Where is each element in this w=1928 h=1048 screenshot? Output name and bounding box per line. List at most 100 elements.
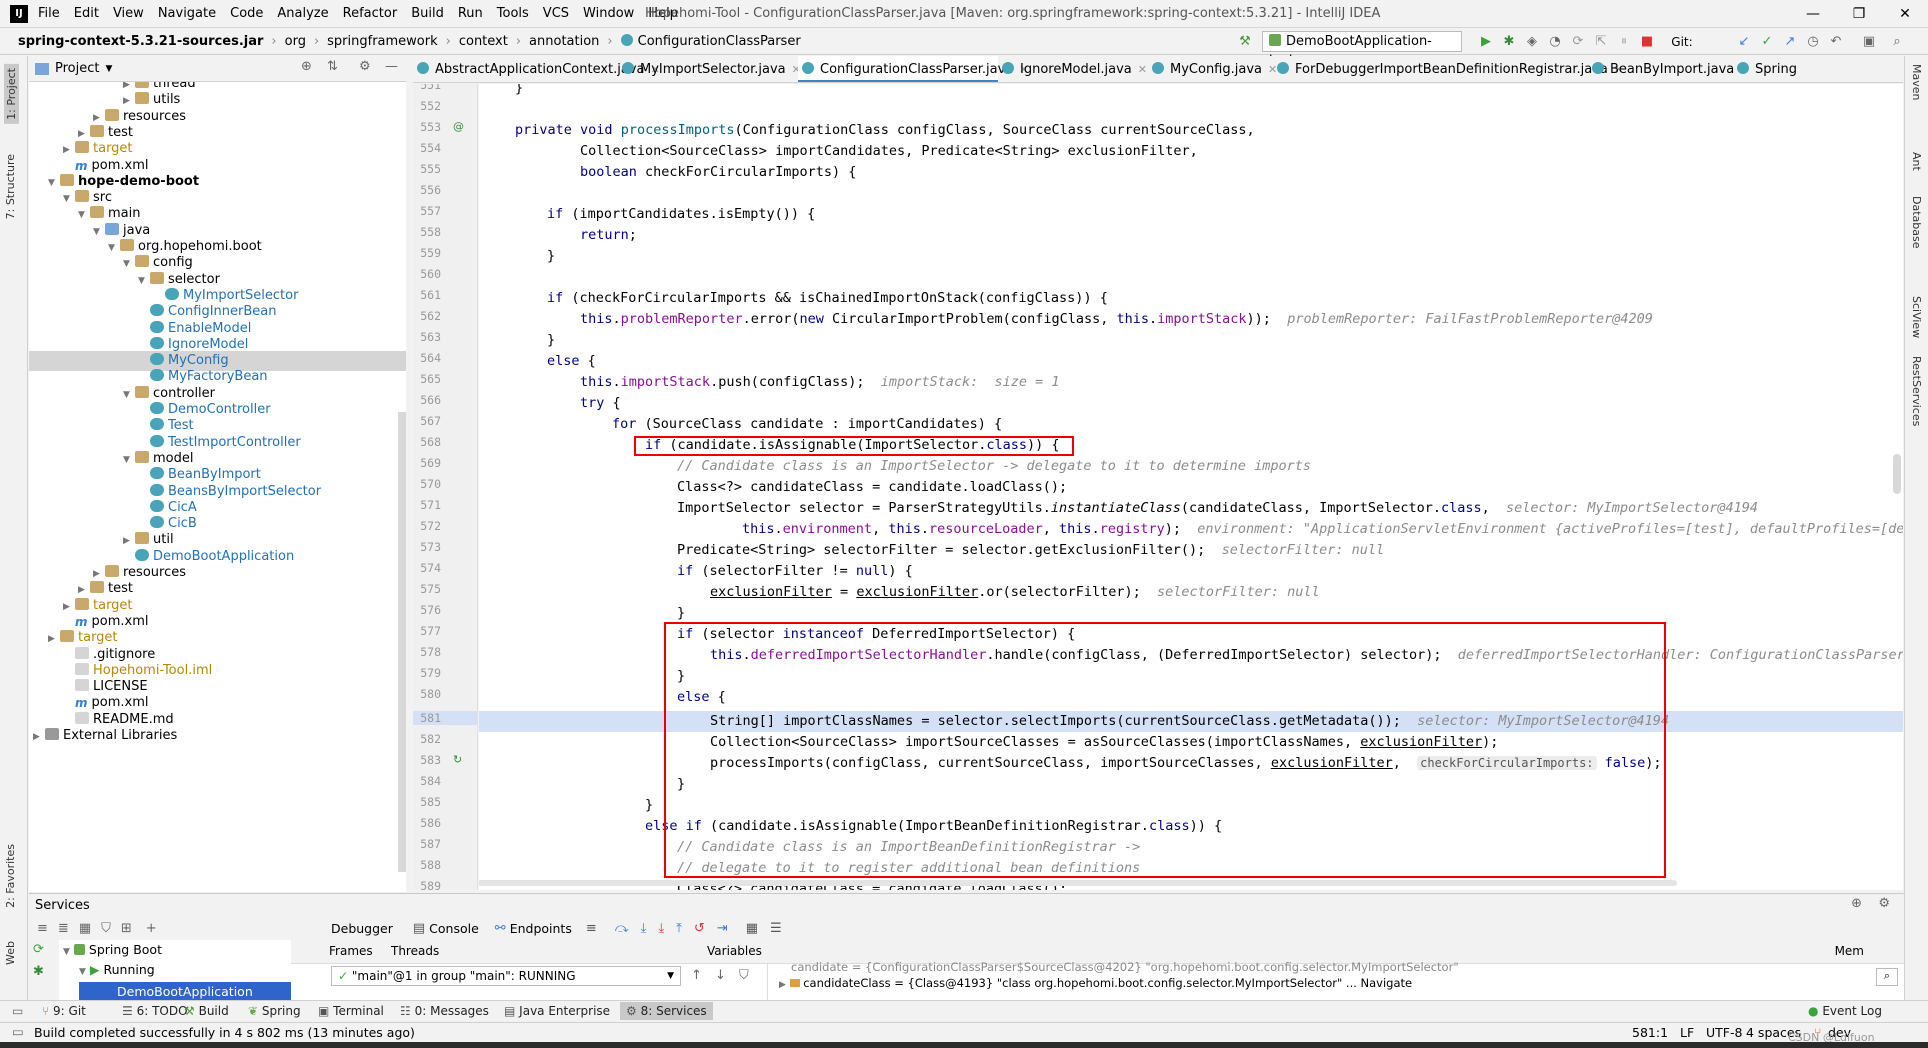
line-number[interactable]: 553 [413,120,441,134]
line-number[interactable]: 565 [413,372,441,386]
collapse-all-icon[interactable]: ≣ [58,921,69,936]
menu-window[interactable]: Window [583,6,634,21]
line-number[interactable]: 552 [413,99,441,113]
variable-row[interactable]: ▶ candidateClass = {Class@4193} "class o… [779,976,1412,990]
line-number[interactable]: 559 [413,246,441,260]
line-number[interactable]: 563 [413,330,441,344]
git-update-icon[interactable]: ↙ [1735,33,1753,51]
variable-row[interactable]: candidate = {ConfigurationClassParser$So… [791,960,1459,974]
menu-icon[interactable]: ≡ [586,921,597,936]
breadcrumb-jar[interactable]: spring-context-5.3.21-sources.jar [18,34,263,49]
line-number[interactable]: 575 [413,582,441,596]
line-number[interactable]: 587 [413,837,441,851]
new-tab-icon[interactable]: ⊞ [121,921,132,936]
tab-console[interactable]: Console [429,921,479,936]
git-rollback-icon[interactable]: ↶ [1827,33,1845,51]
line-number[interactable]: 578 [413,645,441,659]
line-number[interactable]: 558 [413,225,441,239]
structure-tool-tab[interactable]: 7: Structure [4,154,17,219]
gear-icon[interactable]: ⚙ [1878,896,1890,911]
breadcrumb-class[interactable]: ConfigurationClassParser [620,34,801,49]
step-over-icon[interactable]: ⤓ [641,921,647,936]
tool-java-enterprise[interactable]: ▤ Java Enterprise [504,1004,610,1018]
thread-select[interactable]: ✓ "main"@1 in group "main": RUNNING ▼ [331,966,681,986]
line-number[interactable]: 562 [413,309,441,323]
tool-spring[interactable]: ❦ Spring [248,1004,301,1018]
project-structure-icon[interactable]: ▣ [1860,33,1878,51]
hide-icon[interactable]: — [385,59,398,74]
up-arrow-icon[interactable]: ↑ [691,968,702,983]
line-number[interactable]: 581 [413,711,477,725]
search-icon[interactable]: ⌕ [1876,968,1898,986]
line-number[interactable]: 569 [413,456,441,470]
menu-file[interactable]: File [38,6,60,21]
menu-analyze[interactable]: Analyze [277,6,328,21]
line-number[interactable]: 557 [413,204,441,218]
tab-endpoints[interactable]: Endpoints [510,921,572,936]
line-number[interactable]: 567 [413,414,441,428]
tool-build[interactable]: ⚒ Build [184,1004,229,1018]
database-tool-tab[interactable]: Database [1910,196,1923,249]
caret-position[interactable]: 581:1 [1632,1025,1668,1040]
line-number[interactable]: 579 [413,666,441,680]
attach-icon[interactable]: ⇱ [1592,33,1610,51]
menu-vcs[interactable]: VCS [543,6,569,21]
tree-item-running[interactable]: ▼ ▶ Running [79,962,155,977]
drop-frame-icon[interactable]: ↺ [694,921,705,936]
line-number[interactable]: 585 [413,795,441,809]
line-number[interactable]: 568 [413,435,441,449]
step-out-icon[interactable]: ⤒ [676,921,682,936]
layout-icon[interactable]: ☰ [770,921,782,936]
tree-item-spring-boot[interactable]: ▼ Spring Boot [63,942,162,957]
menu-code[interactable]: Code [230,6,263,21]
menu-build[interactable]: Build [411,6,444,21]
evaluate-icon[interactable]: ▦ [746,921,758,936]
hammer-build-icon[interactable]: ⚒ [1236,33,1254,51]
rerun-icon[interactable]: ⟳ [33,942,44,957]
close-button[interactable]: ✕ [1882,0,1928,28]
git-push-icon[interactable]: ↗ [1781,33,1799,51]
memory-tab[interactable]: Mem [1835,944,1864,958]
run-icon[interactable]: ▶ [1477,33,1495,51]
expand-all-icon[interactable]: ≡ [37,921,48,936]
layout-icon[interactable]: ▭ [12,1004,23,1018]
web-tool-tab[interactable]: Web [4,941,17,965]
stop-icon[interactable]: ■ [1638,33,1656,51]
line-number[interactable]: 583 [413,753,441,767]
chevron-right-icon[interactable]: ▶ [33,727,45,747]
breadcrumb-annotation[interactable]: annotation [529,34,599,49]
tree-item[interactable]: ▶ External Libraries [29,726,406,746]
breadcrumb-context[interactable]: context [459,34,508,49]
restservices-tool-tab[interactable]: RestServices [1910,356,1923,426]
locate-icon[interactable]: ⊕ [1851,896,1862,911]
breadcrumb-org[interactable]: org [285,34,306,49]
menu-refactor[interactable]: Refactor [343,6,398,21]
line-number[interactable]: 555 [413,162,441,176]
status-icon[interactable]: ▭ [12,1024,24,1039]
tool-messages[interactable]: ☷ 0: Messages [400,1004,489,1018]
debug-icon[interactable]: ✱ [1500,33,1518,51]
line-number[interactable]: 582 [413,732,441,746]
code-editor[interactable]: } private void processImports(Configurat… [479,84,1903,890]
down-arrow-icon[interactable]: ↓ [715,968,726,983]
project-tool-tab[interactable]: 1: Project [4,64,19,124]
line-number[interactable]: 570 [413,477,441,491]
debug-icon[interactable]: ✱ [33,964,44,979]
status-message[interactable]: Build completed successfully in 4 s 802 … [34,1025,415,1040]
tool-services[interactable]: ⚙ 8: Services [620,1002,713,1020]
line-number[interactable]: 560 [413,267,441,281]
line-number[interactable]: 588 [413,858,441,872]
pause-icon[interactable]: ⏸ [1615,33,1633,51]
editor-tab[interactable]: AbstractApplicationContext.java ✕ [413,56,660,82]
project-panel-title[interactable]: Project [55,61,99,76]
editor-tab[interactable]: BeanByImport.java✕ [1588,56,1749,82]
editor-tab[interactable]: IgnoreModel.java ✕ [998,56,1148,82]
threads-tab[interactable]: Threads [391,944,439,958]
horizontal-scrollbar[interactable] [479,880,1677,886]
line-number[interactable]: 551 [413,84,441,92]
line-number[interactable]: 566 [413,393,441,407]
git-commit-icon[interactable]: ✓ [1758,33,1776,51]
line-number[interactable]: 580 [413,687,441,701]
line-number[interactable]: 573 [413,540,441,554]
collapse-all-icon[interactable]: ⇅ [327,59,338,74]
